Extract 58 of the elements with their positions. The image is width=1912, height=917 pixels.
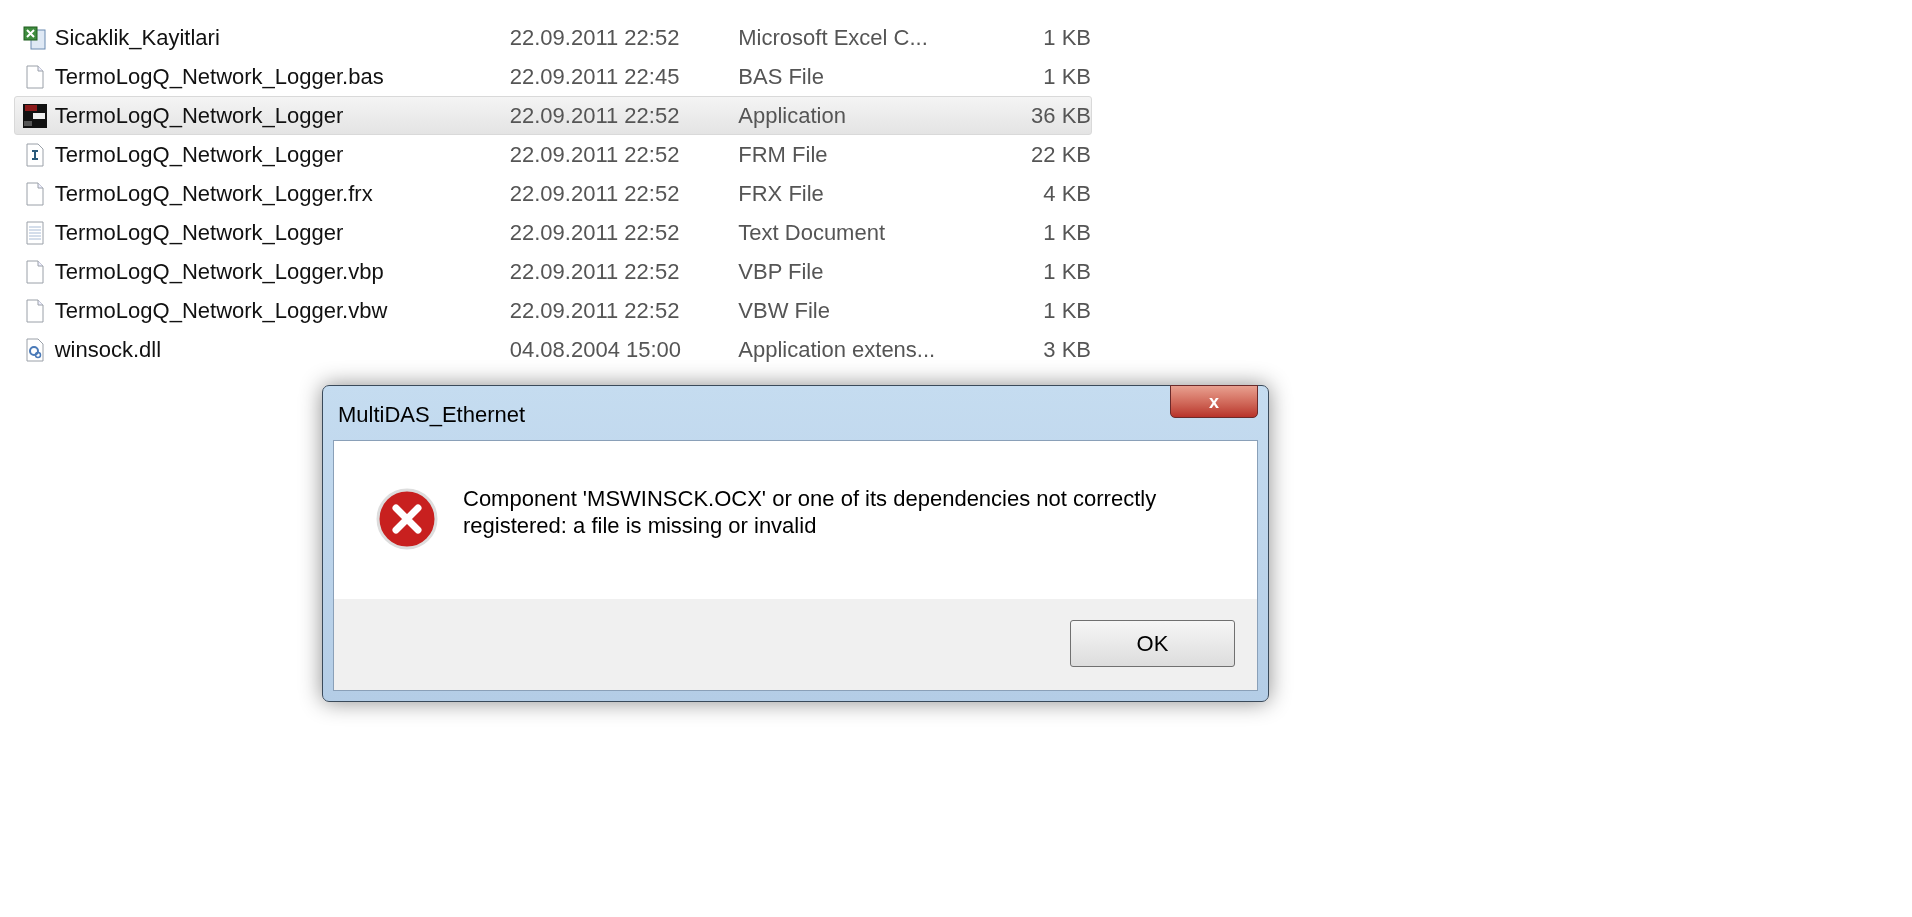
file-row[interactable]: winsock.dll 04.08.2004 15:00 Application extens... 3 KB (14, 330, 1092, 369)
dialog-title: MultiDAS_Ethernet (338, 401, 526, 429)
file-size: 1 KB (1042, 258, 1091, 286)
file-date: 22.09.2011 22:52 (509, 258, 681, 286)
file-row[interactable]: TermoLogQ_Network_Logger 22.09.2011 22:52 FRM File 22 KB (14, 135, 1092, 174)
file-size: 4 KB (1042, 180, 1091, 208)
file-size: 1 KB (1042, 63, 1091, 91)
blank-file-icon (24, 298, 45, 323)
file-row[interactable]: TermoLogQ_Network_Logger 22.09.2011 22:52 Text Document 1 KB (14, 213, 1092, 252)
file-type: FRM File (738, 141, 829, 169)
spreadsheet-file-icon (22, 25, 47, 50)
file-name: TermoLogQ_Network_Logger (54, 102, 345, 130)
file-type: FRX File (738, 180, 825, 208)
file-size: 1 KB (1042, 219, 1091, 247)
ok-button[interactable]: OK (1070, 620, 1235, 667)
file-type: Text Document (738, 219, 887, 247)
file-date: 22.09.2011 22:52 (509, 141, 681, 169)
file-date: 22.09.2011 22:52 (509, 102, 681, 130)
file-date: 22.09.2011 22:52 (509, 219, 681, 247)
file-row[interactable]: TermoLogQ_Network_Logger.vbp 22.09.2011 22:52 VBP File 1 KB (14, 252, 1092, 291)
error-message: Component 'MSWINSCK.OCX' or one of its dependencies not correctly registered: a file is missing or invalid (463, 485, 1158, 539)
file-name: TermoLogQ_Network_Logger.bas (54, 63, 385, 91)
file-type: BAS File (738, 63, 825, 91)
application-icon (22, 103, 47, 128)
error-icon (376, 488, 438, 550)
file-name: TermoLogQ_Network_Logger.vbw (54, 297, 389, 325)
form-file-icon (24, 142, 45, 167)
file-size: 1 KB (1042, 24, 1091, 52)
file-row[interactable]: Sicaklik_Kayitlari 22.09.2011 22:52 Microsoft Excel C... 1 KB (14, 18, 1092, 57)
file-row[interactable]: TermoLogQ_Network_Logger.vbw 22.09.2011 22:52 VBW File 1 KB (14, 291, 1092, 330)
file-date: 22.09.2011 22:45 (509, 63, 681, 91)
file-size: 22 KB (1030, 141, 1091, 169)
text-file-icon (24, 220, 45, 245)
close-button[interactable]: x (1170, 385, 1258, 418)
file-row[interactable]: TermoLogQ_Network_Logger.frx 22.09.2011 22:52 FRX File 4 KB (14, 174, 1092, 213)
file-name: TermoLogQ_Network_Logger.frx (54, 180, 374, 208)
file-size: 1 KB (1042, 297, 1091, 325)
file-name: Sicaklik_Kayitlari (54, 24, 221, 52)
file-name: TermoLogQ_Network_Logger.vbp (54, 258, 385, 286)
file-type: Microsoft Excel C... (738, 24, 929, 52)
file-size: 3 KB (1042, 336, 1091, 364)
file-size: 36 KB (1030, 102, 1091, 130)
file-name: TermoLogQ_Network_Logger (54, 141, 345, 169)
file-type: VBP File (738, 258, 825, 286)
blank-file-icon (24, 181, 45, 206)
blank-file-icon (24, 64, 45, 89)
file-date: 22.09.2011 22:52 (509, 24, 681, 52)
blank-file-icon (24, 259, 45, 284)
file-name: TermoLogQ_Network_Logger (54, 219, 345, 247)
file-row[interactable]: TermoLogQ_Network_Logger 22.09.2011 22:52 Application 36 KB (14, 96, 1092, 135)
file-date: 22.09.2011 22:52 (509, 297, 681, 325)
file-name: winsock.dll (54, 336, 163, 364)
file-type: Application extens... (738, 336, 937, 364)
file-row[interactable]: TermoLogQ_Network_Logger.bas 22.09.2011 22:45 BAS File 1 KB (14, 57, 1092, 96)
file-date: 04.08.2004 15:00 (509, 336, 683, 364)
file-type: Application (738, 102, 847, 130)
file-date: 22.09.2011 22:52 (509, 180, 681, 208)
file-type: VBW File (738, 297, 831, 325)
